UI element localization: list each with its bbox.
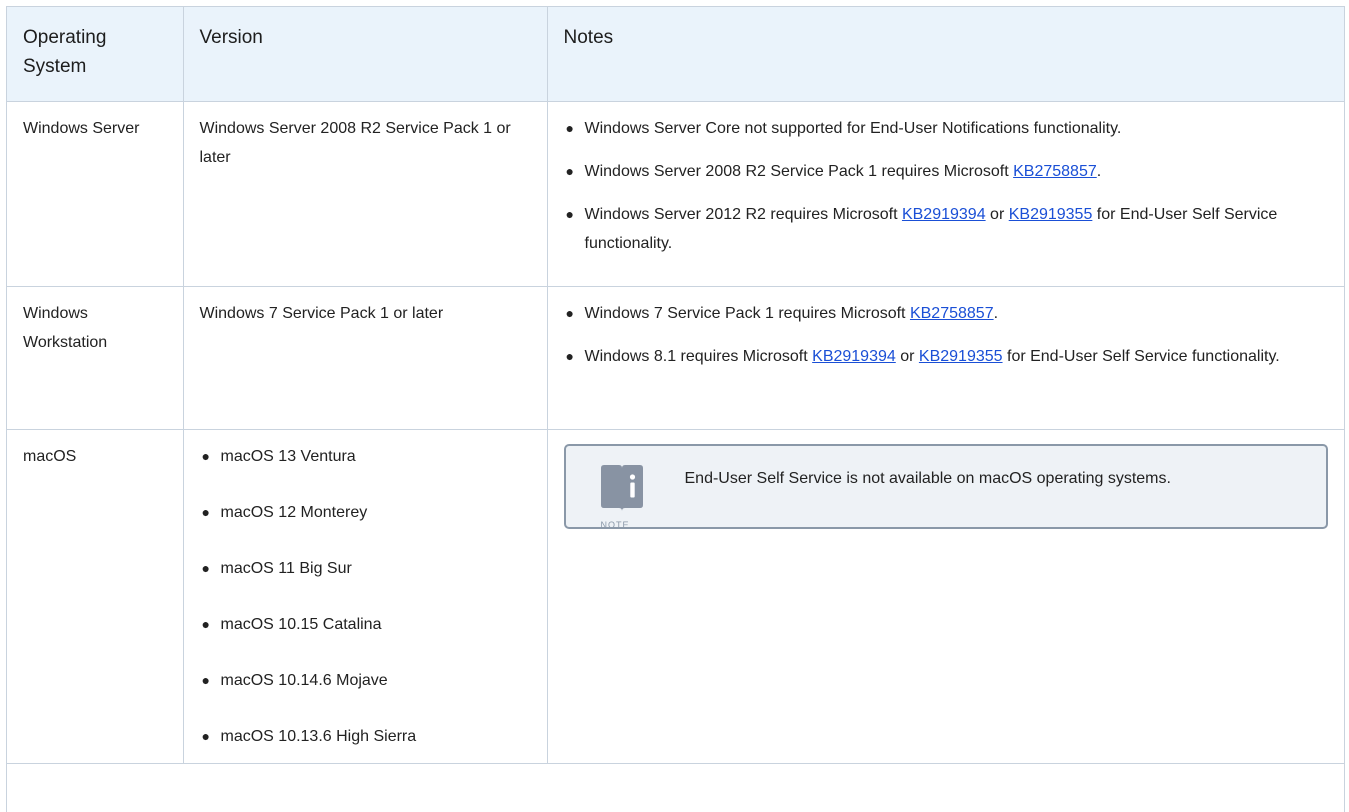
note-book-icon: [600, 465, 643, 511]
list-item: ● Windows 8.1 requires Microsoft KB29193…: [564, 342, 1329, 371]
os-requirements-table-container: Operating System Version Notes Windows S…: [6, 6, 1345, 812]
notes-cell: NOTE End-User Self Service is not availa…: [546, 429, 1344, 764]
list-item: ● Windows 7 Service Pack 1 requires Micr…: [564, 299, 1329, 328]
macos-version-list: ● macOS 13 Ventura ● macOS 12 Monterey ● ma…: [200, 442, 531, 751]
table-row-windows-server: Windows Server Windows Server 2008 R2 Se…: [7, 101, 1344, 287]
bullet-icon: ●: [201, 560, 210, 576]
list-item: ● Windows Server 2008 R2 Service Pack 1 …: [564, 157, 1329, 186]
bullet-icon: ●: [565, 120, 574, 136]
kb-link[interactable]: KB2919394: [812, 348, 896, 365]
list-item: ● macOS 12 Monterey: [200, 498, 531, 527]
os-requirements-table: Operating System Version Notes Windows S…: [7, 7, 1344, 764]
kb-link[interactable]: KB2758857: [1013, 163, 1097, 180]
list-item: ● macOS 13 Ventura: [200, 442, 531, 471]
bullet-icon: ●: [201, 728, 210, 744]
note-text: End-User Self Service is not available o…: [684, 470, 1171, 487]
note-caption: NOTE: [600, 520, 630, 530]
bullet-icon: ●: [565, 348, 574, 364]
list-item: ● macOS 10.14.6 Mojave: [200, 666, 531, 695]
notes-list: ● Windows 7 Service Pack 1 requires Micr…: [564, 299, 1329, 371]
list-item: ● macOS 11 Big Sur: [200, 554, 531, 583]
kb-link[interactable]: KB2919355: [919, 348, 1003, 365]
table-row-macos: macOS ● macOS 13 Ventura ● macOS 12 Monter…: [7, 429, 1344, 764]
table-row-windows-workstation: Windows Workstation Windows 7 Service Pa…: [7, 286, 1344, 430]
list-item: ● Windows Server 2012 R2 requires Micros…: [564, 200, 1329, 258]
header-operating-system: Operating System: [7, 7, 184, 102]
os-cell: macOS: [7, 429, 184, 764]
bullet-icon: ●: [201, 504, 210, 520]
list-item: ● macOS 10.15 Catalina: [200, 610, 531, 639]
list-item: ● macOS 10.13.6 High Sierra: [200, 722, 531, 751]
bullet-icon: ●: [201, 672, 210, 688]
table-header-row: Operating System Version Notes: [7, 7, 1344, 102]
header-notes: Notes: [546, 7, 1344, 102]
kb-link[interactable]: KB2919394: [902, 206, 986, 223]
version-cell: Windows 7 Service Pack 1 or later: [182, 286, 548, 430]
os-cell: Windows Workstation: [7, 286, 184, 430]
notes-list: ● Windows Server Core not supported for …: [564, 114, 1329, 258]
bullet-icon: ●: [565, 163, 574, 179]
version-cell: ● macOS 13 Ventura ● macOS 12 Monterey ● ma…: [182, 429, 548, 764]
notes-cell: ● Windows Server Core not supported for …: [546, 101, 1344, 287]
bullet-icon: ●: [565, 206, 574, 222]
note-callout: NOTE End-User Self Service is not availa…: [563, 444, 1328, 530]
version-cell: Windows Server 2008 R2 Service Pack 1 or…: [182, 101, 548, 287]
notes-cell: ● Windows 7 Service Pack 1 requires Micr…: [546, 286, 1344, 430]
os-cell: Windows Server: [7, 101, 184, 287]
bullet-icon: ●: [201, 448, 210, 464]
kb-link[interactable]: KB2919355: [1009, 206, 1093, 223]
kb-link[interactable]: KB2758857: [910, 305, 994, 322]
bullet-icon: ●: [565, 305, 574, 321]
bullet-icon: ●: [201, 616, 210, 632]
list-item: ● Windows Server Core not supported for …: [564, 114, 1329, 143]
header-version: Version: [182, 7, 548, 102]
